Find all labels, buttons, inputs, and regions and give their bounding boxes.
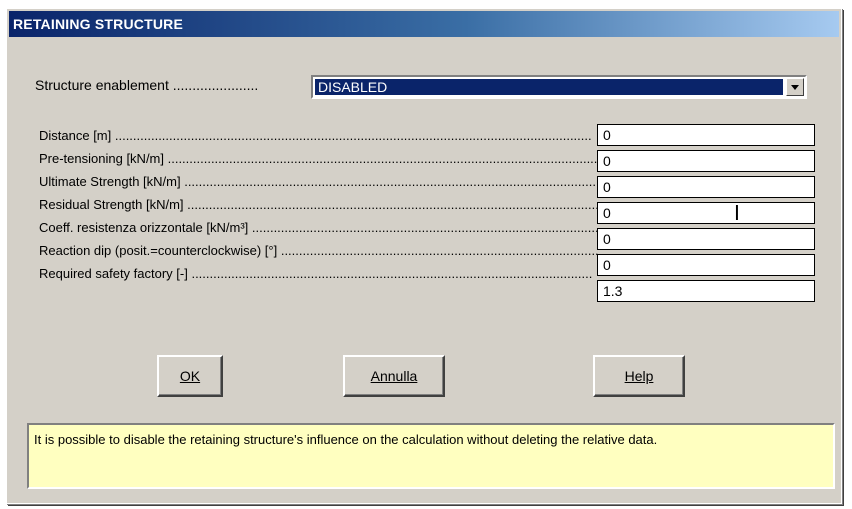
reaction-dip-input[interactable]: 0 <box>597 254 815 276</box>
window-title: RETAINING STRUCTURE <box>9 11 839 37</box>
residual-strength-label: Residual Strength [kN/m] ...............… <box>39 197 599 212</box>
ultimate-strength-label: Ultimate Strength [kN/m] ...............… <box>39 174 599 189</box>
distance-label: Distance [m] ...........................… <box>39 128 592 143</box>
pretensioning-input[interactable]: 0 <box>597 150 815 172</box>
coeff-resistenza-input[interactable]: 0 <box>597 228 815 250</box>
safety-factor-input[interactable]: 1.3 <box>597 280 815 302</box>
dropdown-button[interactable] <box>786 78 804 96</box>
ultimate-strength-input[interactable]: 0 <box>597 176 815 198</box>
cancel-button[interactable]: Annulla <box>343 355 445 397</box>
help-button[interactable]: Help <box>593 355 685 397</box>
structure-enablement-label: Structure enablement ...................… <box>35 77 259 93</box>
safety-factor-label: Required safety factory [-] ............… <box>39 266 593 281</box>
retaining-structure-dialog: RETAINING STRUCTURE Structure enablement… <box>6 8 842 504</box>
coeff-resistenza-label: Coeff. resistenza orizzontale [kN/m³] ..… <box>39 220 599 235</box>
pretensioning-label: Pre-tensioning [kN/m] ..................… <box>39 151 599 166</box>
chevron-down-icon <box>791 84 799 90</box>
help-button-label: Help <box>624 368 654 384</box>
cancel-button-label: Annulla <box>370 368 418 384</box>
help-message: It is possible to disable the retaining … <box>27 423 835 489</box>
ok-button-label: OK <box>179 368 201 384</box>
structure-enablement-value: DISABLED <box>315 79 783 95</box>
residual-strength-input[interactable]: 0 <box>597 202 815 224</box>
text-cursor-icon: I <box>734 201 740 225</box>
distance-input[interactable]: 0 <box>597 124 815 146</box>
ok-button[interactable]: OK <box>157 355 223 397</box>
structure-enablement-select[interactable]: DISABLED <box>311 75 807 99</box>
reaction-dip-label: Reaction dip (posit.=counterclockwise) [… <box>39 243 599 258</box>
